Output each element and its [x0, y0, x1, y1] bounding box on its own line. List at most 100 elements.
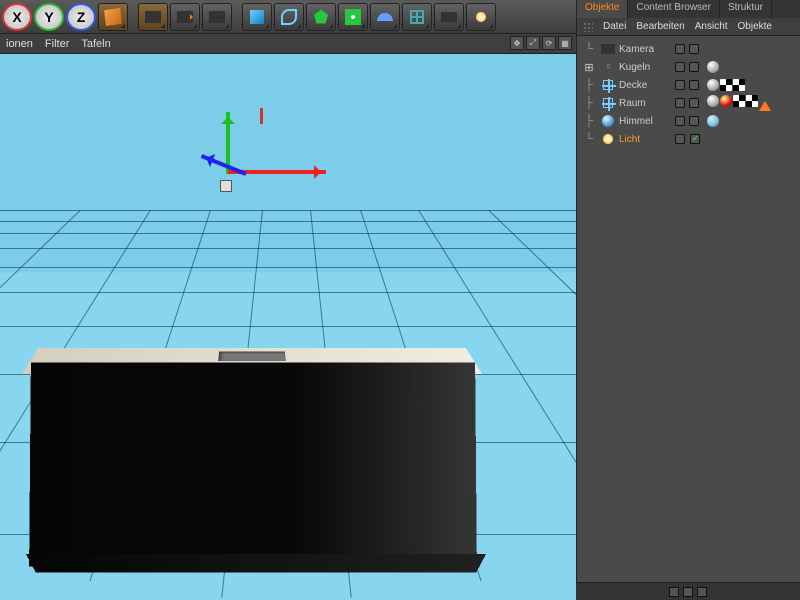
panel-menu-datei[interactable]: Datei	[603, 21, 626, 32]
spline-tool[interactable]	[274, 3, 304, 31]
enable-toggle[interactable]	[690, 134, 700, 144]
tree-line: ├	[579, 79, 599, 91]
statusbar	[576, 582, 800, 600]
viewport-3d[interactable]	[0, 54, 576, 600]
tree-line: ├	[579, 115, 599, 127]
material-red-tag-icon[interactable]	[720, 95, 732, 107]
spline-icon	[281, 9, 297, 25]
phong-tag-icon[interactable]	[759, 95, 771, 111]
object-list: └ Kamera ⊞ 0 Kugeln ├ Decke	[577, 36, 800, 152]
material-tag-icon[interactable]	[707, 95, 719, 107]
axis-y-button[interactable]: Y	[34, 3, 64, 31]
tab-struktur[interactable]: Struktur	[720, 0, 772, 18]
visibility-toggle[interactable]	[675, 98, 685, 108]
object-name[interactable]: Kugeln	[619, 62, 671, 73]
cube-icon	[104, 7, 122, 25]
render-picture-button[interactable]	[202, 3, 232, 31]
render-toggle[interactable]	[689, 80, 699, 90]
tag-list	[707, 115, 719, 127]
clapper-arrow-icon	[177, 11, 193, 23]
light-tool[interactable]	[466, 3, 496, 31]
viewport-menubar: ionen Filter Tafeln ✥ ⤢ ⟳ ▦	[0, 34, 576, 54]
panel-menu-ansicht[interactable]: Ansicht	[695, 21, 728, 32]
compositing-tag-icon[interactable]	[733, 79, 745, 91]
render-toggle[interactable]	[689, 44, 699, 54]
camera-icon	[441, 12, 457, 22]
object-name[interactable]: Licht	[619, 134, 671, 145]
tree-expand[interactable]: ⊞	[579, 61, 599, 74]
axis-z-button[interactable]: Z	[66, 3, 96, 31]
primitive-tool[interactable]	[242, 3, 272, 31]
generator-icon	[314, 10, 328, 24]
tab-content-browser[interactable]: Content Browser	[628, 0, 719, 18]
tree-line: ├	[579, 97, 599, 109]
render-toggle[interactable]	[689, 98, 699, 108]
floor-icon	[410, 10, 424, 24]
tree-line: └	[579, 43, 599, 55]
array-tool[interactable]	[338, 3, 368, 31]
flower-icon	[345, 9, 361, 25]
deformer-tool[interactable]	[370, 3, 400, 31]
viewport-layout-icon[interactable]: ▦	[558, 36, 572, 50]
tab-objekte[interactable]: Objekte	[577, 0, 628, 18]
viewport-orbit-icon[interactable]: ⟳	[542, 36, 556, 50]
visibility-toggle[interactable]	[675, 134, 685, 144]
panel-grip-icon[interactable]	[583, 22, 593, 32]
axis-x-button[interactable]: X	[2, 3, 32, 31]
scene-object-box[interactable]	[0, 54, 576, 600]
render-settings-button[interactable]	[170, 3, 200, 31]
panel-menu-objekte[interactable]: Objekte	[738, 21, 772, 32]
viewport-pan-icon[interactable]: ✥	[510, 36, 524, 50]
object-row-raum[interactable]: ├ Raum	[579, 94, 798, 112]
render-view-button[interactable]	[138, 3, 168, 31]
primitive-icon	[250, 10, 264, 24]
visibility-toggle[interactable]	[675, 116, 685, 126]
compositing-tag-icon[interactable]	[746, 95, 758, 107]
object-name[interactable]: Himmel	[619, 116, 671, 127]
material-tag-icon[interactable]	[707, 79, 719, 91]
menu-filter[interactable]: Filter	[45, 38, 69, 50]
camera-tool[interactable]	[434, 3, 464, 31]
menu-optionen[interactable]: ionen	[6, 38, 33, 50]
generator-tool[interactable]	[306, 3, 336, 31]
deformer-icon	[377, 13, 393, 21]
visibility-toggle[interactable]	[675, 62, 685, 72]
object-name[interactable]: Decke	[619, 80, 671, 91]
main-toolbar: X Y Z	[0, 0, 576, 34]
coord-system-button[interactable]	[98, 3, 128, 31]
visibility-toggle[interactable]	[675, 44, 685, 54]
object-row-licht[interactable]: └ Licht	[579, 130, 798, 148]
null-icon: 0	[601, 60, 615, 74]
camera-icon	[601, 42, 615, 56]
object-row-decke[interactable]: ├ Decke	[579, 76, 798, 94]
object-row-kamera[interactable]: └ Kamera	[579, 40, 798, 58]
compositing-tag-icon[interactable]	[720, 79, 732, 91]
status-led	[683, 587, 693, 597]
light-icon	[601, 132, 615, 146]
box-top-hole	[218, 352, 286, 361]
render-toggle[interactable]	[689, 116, 699, 126]
object-row-himmel[interactable]: ├ Himmel	[579, 112, 798, 130]
viewport-nav-icons: ✥ ⤢ ⟳ ▦	[510, 36, 572, 50]
sky-icon	[601, 114, 615, 128]
menu-tafeln[interactable]: Tafeln	[81, 38, 110, 50]
object-row-kugeln[interactable]: ⊞ 0 Kugeln	[579, 58, 798, 76]
viewport-zoom-icon[interactable]: ⤢	[526, 36, 540, 50]
material-sky-tag-icon[interactable]	[707, 115, 719, 127]
light-icon	[476, 12, 486, 22]
compositing-tag-icon[interactable]	[733, 95, 745, 107]
panel-tabs: Objekte Content Browser Struktur	[577, 0, 800, 18]
null-icon	[601, 96, 615, 110]
object-name[interactable]: Kamera	[619, 44, 671, 55]
panel-menu-bearbeiten[interactable]: Bearbeiten	[636, 21, 684, 32]
object-name[interactable]: Raum	[619, 98, 671, 109]
visibility-toggle[interactable]	[675, 80, 685, 90]
status-led	[669, 587, 679, 597]
clapper-icon	[145, 11, 161, 23]
clapper-gear-icon	[209, 11, 225, 23]
object-manager-panel: Objekte Content Browser Struktur Datei B…	[576, 0, 800, 600]
environment-tool[interactable]	[402, 3, 432, 31]
panel-menubar: Datei Bearbeiten Ansicht Objekte	[577, 18, 800, 36]
render-toggle[interactable]	[689, 62, 699, 72]
material-tag-icon[interactable]	[707, 61, 719, 73]
